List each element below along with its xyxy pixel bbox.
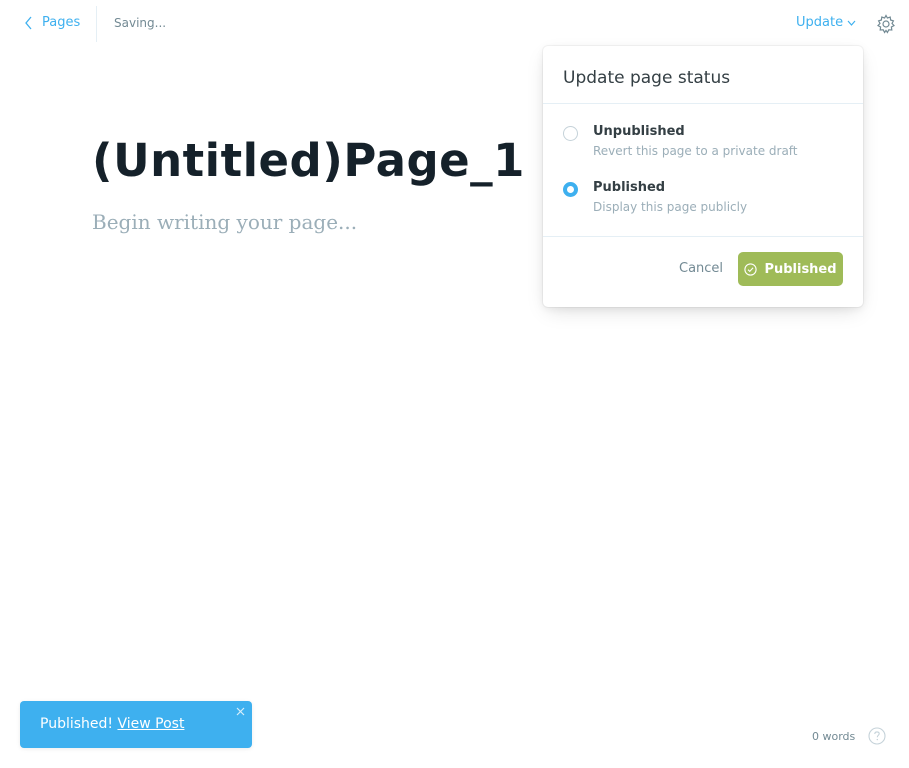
back-link-label: Pages xyxy=(42,15,81,30)
popover-divider-bottom xyxy=(543,236,863,237)
word-count: 0 words xyxy=(812,730,856,743)
published-notification: Published! View Post xyxy=(20,701,252,748)
back-to-pages-link[interactable]: Pages xyxy=(24,15,80,30)
help-icon[interactable] xyxy=(868,727,886,745)
chevron-down-icon xyxy=(847,20,856,26)
option-published-description: Display this page publicly xyxy=(593,200,748,214)
publish-button-label: Published xyxy=(764,261,837,277)
update-label: Update xyxy=(796,15,844,30)
check-circle-icon xyxy=(744,262,758,276)
gear-icon[interactable] xyxy=(876,14,896,34)
option-published-label: Published xyxy=(593,180,666,195)
option-unpublished-label: Unpublished xyxy=(593,124,685,139)
page-title[interactable]: (Untitled)Page_1 xyxy=(92,134,525,187)
update-menu-button[interactable]: Update xyxy=(796,15,856,30)
update-status-popover: Update page status Unpublished Revert th… xyxy=(543,46,863,307)
option-unpublished-description: Revert this page to a private draft xyxy=(593,144,798,158)
notification-text: Published! xyxy=(40,716,114,732)
header-divider xyxy=(96,6,97,42)
chevron-left-icon xyxy=(25,16,32,29)
page-body-editor[interactable]: Begin writing your page... xyxy=(92,210,357,234)
save-status: Saving... xyxy=(114,16,167,30)
cancel-button[interactable]: Cancel xyxy=(679,261,723,276)
option-unpublished[interactable]: Unpublished Revert this page to a privat… xyxy=(563,124,843,164)
notification-message: Published! View Post xyxy=(40,716,184,732)
published-radio[interactable] xyxy=(563,182,578,197)
popover-divider-top xyxy=(543,103,863,104)
unpublished-radio[interactable] xyxy=(563,126,578,141)
option-published[interactable]: Published Display this page publicly xyxy=(563,180,843,220)
view-post-link[interactable]: View Post xyxy=(117,716,184,732)
close-icon[interactable] xyxy=(236,707,245,716)
top-bar: Pages Saving... Update xyxy=(0,0,909,48)
popover-title: Update page status xyxy=(563,68,731,88)
publish-button[interactable]: Published xyxy=(738,252,843,286)
